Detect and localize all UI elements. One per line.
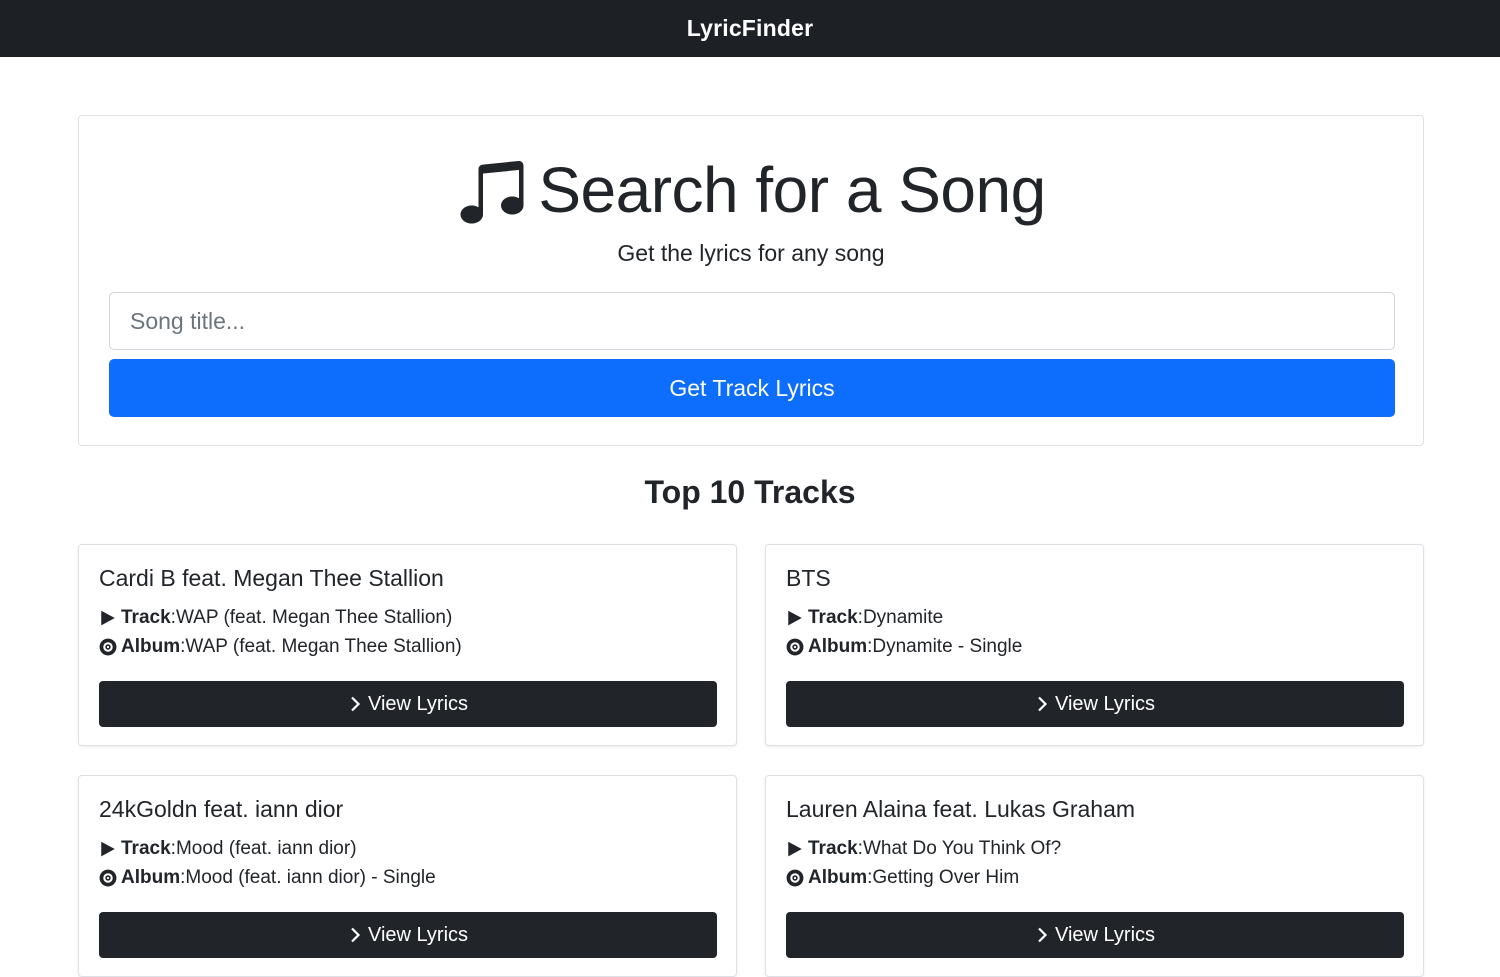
artist-name: Cardi B feat. Megan Thee Stallion xyxy=(99,565,444,591)
chevron-right-icon xyxy=(351,696,361,712)
search-card: Search for a Song Get the lyrics for any… xyxy=(78,115,1424,446)
view-lyrics-button[interactable]: View Lyrics xyxy=(786,912,1404,958)
album-label: Album xyxy=(808,636,868,657)
track-card: 24kGoldn feat. iann dior Track: Mood (fea… xyxy=(78,775,737,977)
chevron-right-icon xyxy=(1038,696,1048,712)
disc-icon xyxy=(99,638,117,656)
page-title: Search for a Song xyxy=(538,154,1046,226)
track-card: BTS Track: Dynamite Album: Dynamite - Sing… xyxy=(765,544,1424,746)
track-card: Lauren Alaina feat. Lukas Graham Track: W… xyxy=(765,775,1424,977)
album-title: WAP (feat. Megan Thee Stallion) xyxy=(185,636,462,657)
album-title: Getting Over Him xyxy=(872,867,1020,888)
album-info: Album: Getting Over Him xyxy=(786,867,1019,889)
artist-name: 24kGoldn feat. iann dior xyxy=(99,796,344,822)
track-label: Track xyxy=(121,607,171,628)
track-title: What Do You Think Of? xyxy=(862,838,1062,859)
album-label: Album xyxy=(121,636,181,657)
track-title: Mood (feat. iann dior) xyxy=(175,838,357,859)
song-title-input[interactable] xyxy=(109,292,1395,350)
disc-icon xyxy=(786,869,804,887)
brand-logo[interactable]: LyricFinder xyxy=(687,15,814,42)
top-tracks-title: Top 10 Tracks xyxy=(644,474,856,510)
track-title: WAP (feat. Megan Thee Stallion) xyxy=(175,607,453,628)
artist-name: BTS xyxy=(786,565,831,591)
track-title: Dynamite xyxy=(862,607,944,628)
track-info: Track: What Do You Think Of? xyxy=(786,838,1061,860)
play-icon xyxy=(788,841,802,857)
music-note-icon xyxy=(460,160,524,224)
view-lyrics-label: View Lyrics xyxy=(1054,923,1156,946)
album-info: Album: Mood (feat. iann dior) - Single xyxy=(99,867,436,889)
play-icon xyxy=(101,841,115,857)
disc-icon xyxy=(99,869,117,887)
artist-name: Lauren Alaina feat. Lukas Graham xyxy=(786,796,1136,822)
album-label: Album xyxy=(808,867,868,888)
track-label: Track xyxy=(121,838,171,859)
view-lyrics-label: View Lyrics xyxy=(367,923,469,946)
chevron-right-icon xyxy=(351,927,361,943)
search-heading-row: Search for a Song xyxy=(79,150,1423,230)
track-info: Track: Dynamite xyxy=(786,607,943,629)
track-label: Track xyxy=(808,838,858,859)
view-lyrics-button[interactable]: View Lyrics xyxy=(99,912,717,958)
album-title: Mood (feat. iann dior) - Single xyxy=(185,867,436,888)
page-subtitle: Get the lyrics for any song xyxy=(617,240,885,266)
album-info: Album: WAP (feat. Megan Thee Stallion) xyxy=(99,636,462,658)
play-icon xyxy=(101,610,115,626)
album-title: Dynamite - Single xyxy=(872,636,1023,657)
get-track-lyrics-button[interactable]: Get Track Lyrics xyxy=(109,359,1395,417)
view-lyrics-button[interactable]: View Lyrics xyxy=(786,681,1404,727)
view-lyrics-label: View Lyrics xyxy=(367,692,469,715)
track-card: Cardi B feat. Megan Thee Stallion Track:… xyxy=(78,544,737,746)
track-label: Track xyxy=(808,607,858,628)
navbar: LyricFinder xyxy=(0,0,1500,57)
album-info: Album: Dynamite - Single xyxy=(786,636,1022,658)
track-info: Track: WAP (feat. Megan Thee Stallion) xyxy=(99,607,452,629)
play-icon xyxy=(788,610,802,626)
view-lyrics-button[interactable]: View Lyrics xyxy=(99,681,717,727)
album-label: Album xyxy=(121,867,181,888)
disc-icon xyxy=(786,638,804,656)
view-lyrics-label: View Lyrics xyxy=(1054,692,1156,715)
track-info: Track: Mood (feat. iann dior) xyxy=(99,838,357,860)
chevron-right-icon xyxy=(1038,927,1048,943)
